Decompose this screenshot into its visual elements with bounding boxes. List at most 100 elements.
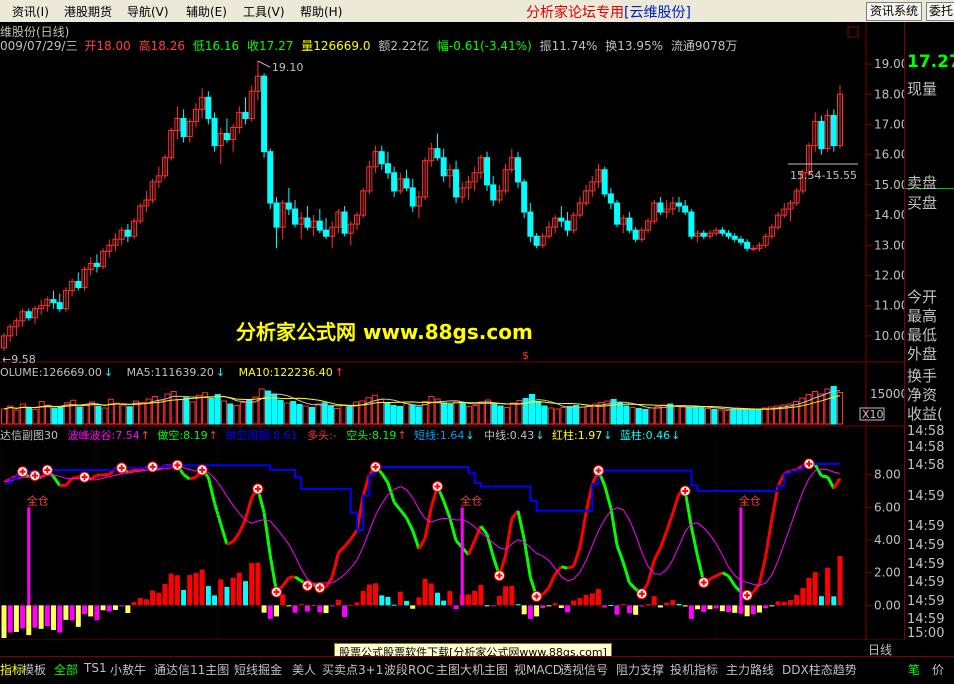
histogram-bar bbox=[497, 596, 502, 605]
stock-chart[interactable]: 维股份(日线) 009/07/29/三 开18.00 高18.26 低16.16… bbox=[0, 22, 904, 640]
volume-header: OLUME:126669.00↓ MA5:111639.20↓ MA10:122… bbox=[0, 366, 344, 379]
histogram-bar bbox=[94, 605, 99, 620]
volume-bar bbox=[756, 409, 761, 424]
hdr-change-label: 幅 bbox=[437, 38, 449, 53]
histogram-bar bbox=[206, 586, 211, 605]
candle-body bbox=[689, 212, 694, 236]
tab-band-roc[interactable]: 波段ROC bbox=[384, 661, 434, 678]
volume-bar bbox=[693, 406, 698, 424]
high-annotation: 19.10 bbox=[272, 61, 304, 74]
histogram-bar bbox=[8, 605, 13, 632]
volume-bar bbox=[328, 407, 333, 425]
title-prefix: 分析家论坛专用 bbox=[526, 5, 624, 21]
histogram-bar bbox=[454, 605, 459, 609]
candle-body bbox=[181, 118, 186, 136]
tab-xiaoaoniu[interactable]: 小敖牛 bbox=[110, 661, 146, 678]
price-tick-label: 18.00 bbox=[874, 87, 904, 101]
histogram-bar bbox=[311, 605, 316, 606]
histogram-bar bbox=[769, 605, 774, 606]
ma5-arrow: ↓ bbox=[216, 366, 225, 379]
ind-tick-label: 6.00 bbox=[874, 500, 901, 514]
ind-f1: 波峰波谷:7.54 bbox=[68, 429, 140, 442]
histogram-bar bbox=[639, 605, 644, 606]
tab-short-gold[interactable]: 短线掘金 bbox=[234, 661, 282, 678]
vol-ma10: MA10:122236.40 bbox=[239, 366, 333, 379]
histogram-bar bbox=[156, 593, 161, 606]
candle-body bbox=[76, 282, 81, 288]
histogram-bar bbox=[231, 578, 236, 606]
rp-tick-5: 14:59 bbox=[907, 519, 944, 534]
tab-template[interactable]: 模板 bbox=[22, 661, 46, 678]
histogram-bar bbox=[683, 605, 688, 606]
tab-meiren[interactable]: 美人 bbox=[292, 661, 316, 678]
histogram-bar bbox=[63, 605, 68, 620]
rp-tick-8: 14:59 bbox=[907, 575, 944, 590]
menu-navigate[interactable]: 导航(V) bbox=[127, 3, 169, 20]
candle-body bbox=[212, 118, 217, 145]
tab-all[interactable]: 全部 bbox=[54, 661, 78, 678]
tab-main-route[interactable]: 主力路线 bbox=[726, 661, 774, 678]
tab-pen[interactable]: 笔 bbox=[908, 661, 920, 678]
tab-indicator[interactable]: 指标 bbox=[0, 661, 24, 678]
ind-f5: 空头:8.19 bbox=[346, 428, 396, 442]
candle-body bbox=[268, 152, 273, 203]
trade-button[interactable]: 委托 bbox=[926, 2, 954, 21]
candle-body bbox=[658, 203, 663, 212]
tab-speculative[interactable]: 投机指标 bbox=[670, 661, 718, 678]
hdr-high-label: 高 bbox=[139, 38, 151, 53]
rp-tick-7: 14:59 bbox=[907, 557, 944, 572]
menu-hk-futures[interactable]: 港股期货 bbox=[64, 3, 112, 20]
tab-main-machine[interactable]: 主图大机主图 bbox=[436, 661, 508, 678]
price-tick-label: 12.00 bbox=[874, 268, 904, 282]
histogram-bar bbox=[299, 604, 304, 605]
volume-bar bbox=[58, 407, 63, 425]
hdr-high: 18.26 bbox=[151, 39, 185, 53]
rp-outer: 外盘 bbox=[907, 343, 937, 364]
histogram-bar bbox=[689, 605, 694, 619]
volume-bar bbox=[209, 399, 214, 425]
menu-tools[interactable]: 工具(V) bbox=[243, 3, 285, 20]
menu-news[interactable]: 资讯(I) bbox=[12, 3, 49, 20]
ind-tick-label: 2.00 bbox=[874, 566, 901, 580]
tab-ddx[interactable]: DDX柱态趋势 bbox=[782, 661, 857, 678]
volume-bar bbox=[442, 403, 447, 424]
hdr-low-label: 低 bbox=[193, 39, 205, 53]
tab-price[interactable]: 价 bbox=[932, 661, 944, 678]
histogram-bar bbox=[652, 596, 657, 605]
full-position-bar bbox=[461, 507, 464, 605]
ind-f9-arrow: ↓ bbox=[671, 429, 680, 442]
hdr-amp: 11.74% bbox=[552, 39, 598, 53]
ind-f7: 中线:0.43 bbox=[484, 428, 534, 442]
tab-ts1[interactable]: TS1 bbox=[84, 661, 107, 675]
candle-body bbox=[26, 312, 31, 318]
tab-signal[interactable]: 透视信号 bbox=[560, 661, 608, 678]
histogram-bar bbox=[274, 605, 279, 616]
tab-buysell[interactable]: 买卖点3+1 bbox=[322, 661, 383, 678]
volume-bar bbox=[498, 406, 503, 424]
range-annotation: 15.54-15.55 bbox=[790, 169, 857, 182]
tab-resistance[interactable]: 阻力支撑 bbox=[616, 661, 664, 678]
vol-ma5: MA5:111639.20 bbox=[127, 366, 214, 379]
rp-buy: 买盘 bbox=[907, 192, 937, 213]
menu-help[interactable]: 帮助(H) bbox=[300, 3, 342, 20]
info-system-button[interactable]: 资讯系统 bbox=[866, 2, 922, 21]
volume-bar bbox=[310, 408, 315, 425]
histogram-bar bbox=[305, 605, 310, 611]
histogram-bar bbox=[776, 601, 781, 605]
rp-net-asset: 净资 bbox=[907, 384, 937, 405]
hdr-change: -0.61(-3.41%) bbox=[449, 39, 532, 53]
histogram-bar bbox=[478, 585, 483, 605]
histogram-bar bbox=[342, 605, 347, 617]
histogram-bar bbox=[317, 605, 322, 612]
histogram-bar bbox=[788, 600, 793, 605]
histogram-bar bbox=[553, 603, 558, 605]
histogram-bar bbox=[398, 592, 403, 606]
histogram-bar bbox=[515, 604, 520, 605]
tab-tdx11[interactable]: 通达信11主图 bbox=[154, 661, 229, 678]
tab-macd[interactable]: 视MACD bbox=[514, 661, 562, 678]
rp-tick-6: 14:59 bbox=[907, 538, 944, 553]
candle-body bbox=[243, 112, 248, 118]
menu-assist[interactable]: 辅助(E) bbox=[186, 3, 227, 20]
ma10-arrow: ↑ bbox=[335, 366, 344, 379]
histogram-bar bbox=[584, 595, 589, 605]
